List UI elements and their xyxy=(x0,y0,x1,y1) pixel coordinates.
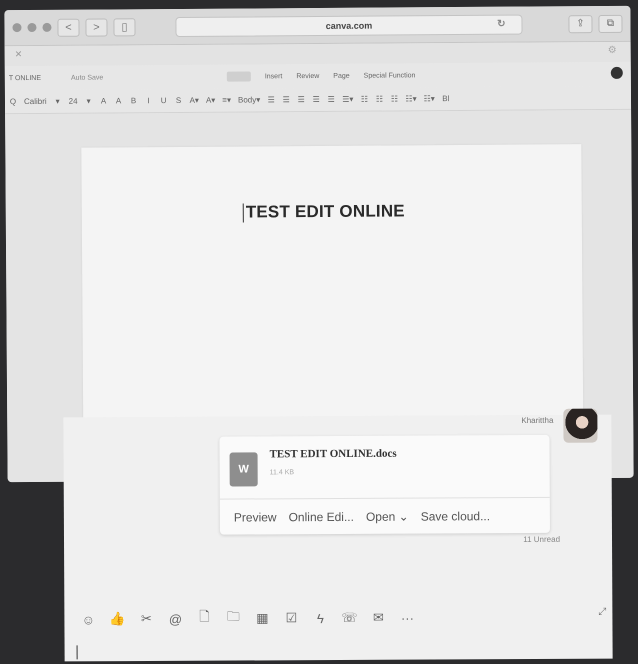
format-tool[interactable]: A▾ xyxy=(206,96,215,105)
unread-count[interactable]: 11 Unread xyxy=(523,535,560,544)
format-tool[interactable]: U xyxy=(160,96,168,105)
tab-close-icon[interactable]: ✕ xyxy=(15,49,23,60)
emoji-icon[interactable]: ☺ xyxy=(80,611,96,627)
format-tool[interactable]: ☷▾ xyxy=(405,94,416,103)
menu-item-special-function[interactable]: Special Function xyxy=(364,72,416,79)
file-icon[interactable]: 🗋 xyxy=(196,609,212,627)
document-heading[interactable]: TEST EDIT ONLINE xyxy=(246,201,405,222)
format-tool[interactable]: ☷ xyxy=(390,94,398,103)
scissors-icon[interactable]: ✂ xyxy=(138,611,154,627)
format-tool[interactable]: ▾ xyxy=(54,97,62,106)
forward-button[interactable]: > xyxy=(85,17,108,37)
format-tool[interactable]: S xyxy=(175,96,183,105)
expand-icon[interactable]: ⤢ xyxy=(598,607,606,618)
autosave-toggle[interactable]: Auto Save xyxy=(71,74,103,81)
format-tool[interactable]: 24 xyxy=(69,97,78,106)
chat-pane: Kharittha W TEST EDIT ONLINE.docs 11.4 K… xyxy=(63,408,613,662)
document-page[interactable]: TEST EDIT ONLINE xyxy=(81,144,584,428)
menu-item-insert[interactable]: Insert xyxy=(265,73,283,80)
menu-item-active[interactable] xyxy=(226,71,251,82)
format-tool[interactable]: Body▾ xyxy=(238,95,260,104)
sender-avatar[interactable] xyxy=(563,408,598,443)
format-tool[interactable]: ☰ xyxy=(282,95,290,104)
chat-toolbar: ☺ 👍 ✂ @ 🗋 🗀 ▦ ☑ ϟ ☏ ✉ ··· xyxy=(80,609,415,628)
editor-menubar: T ONLINE Auto Save Insert Review Page Sp… xyxy=(4,61,631,91)
format-tool[interactable]: ≡▾ xyxy=(222,96,231,105)
gear-icon[interactable]: ⚙ xyxy=(608,45,617,56)
more-icon[interactable]: ··· xyxy=(399,610,415,626)
menu-items: Insert Review Page Special Function xyxy=(226,70,416,82)
menu-item-page[interactable]: Page xyxy=(333,72,349,79)
folder-icon[interactable]: 🗀 xyxy=(225,609,241,627)
thumbs-up-icon[interactable]: 👍 xyxy=(109,611,125,627)
format-tool[interactable]: ☰ xyxy=(312,95,320,104)
reload-icon[interactable]: ↻ xyxy=(497,18,505,29)
word-file-icon: W xyxy=(229,452,258,487)
format-tool[interactable]: ▾ xyxy=(85,97,93,106)
file-name[interactable]: TEST EDIT ONLINE.docs xyxy=(270,448,397,461)
phone-icon[interactable]: ☏ xyxy=(341,610,357,626)
file-size: 11.4 KB xyxy=(269,469,295,477)
format-tool[interactable]: A xyxy=(115,96,123,105)
format-tool[interactable]: ☰ xyxy=(297,95,305,104)
format-tool[interactable]: I xyxy=(145,96,153,105)
format-tool[interactable]: Calibri xyxy=(24,97,47,106)
format-tool[interactable]: ☷ xyxy=(375,95,383,104)
format-tool[interactable]: ☷▾ xyxy=(424,94,435,103)
checklist-icon[interactable]: ☑ xyxy=(283,610,299,626)
menu-item-review[interactable]: Review xyxy=(296,72,319,79)
save-cloud-button[interactable]: Save cloud... xyxy=(421,509,490,523)
browser-window: < > ▯ canva.com ↻ ⇪ ⧉ ✕ ⚙ T ONLINE Auto … xyxy=(4,5,634,483)
format-tool[interactable]: Bl xyxy=(442,94,450,103)
calendar-icon[interactable]: ▦ xyxy=(254,610,270,626)
lightning-icon[interactable]: ϟ xyxy=(312,610,328,626)
url-text: canva.com xyxy=(325,20,373,31)
message-input[interactable] xyxy=(76,645,78,660)
format-tool[interactable]: B xyxy=(130,96,138,105)
back-button[interactable]: < xyxy=(57,18,80,37)
sidebar-toggle-icon[interactable]: ▯ xyxy=(113,17,136,36)
browser-titlebar: < > ▯ canva.com ↻ ⇪ ⧉ xyxy=(4,5,631,47)
format-tool[interactable]: ☷ xyxy=(360,95,368,104)
format-tool[interactable]: A xyxy=(100,96,108,105)
close-window-button[interactable] xyxy=(12,23,22,33)
preview-button[interactable]: Preview xyxy=(234,510,277,524)
format-tool[interactable]: ☰ xyxy=(267,95,275,104)
document-name[interactable]: T ONLINE xyxy=(9,74,41,81)
user-avatar[interactable] xyxy=(610,66,623,79)
share-icon[interactable]: ⇪ xyxy=(568,14,593,33)
file-actions: Preview Online Edi... Open ⌄ Save cloud.… xyxy=(219,496,550,535)
format-tool[interactable]: ☰▾ xyxy=(342,95,353,104)
format-tool[interactable]: A▾ xyxy=(190,96,199,105)
format-tool[interactable]: ☰ xyxy=(327,95,335,104)
maximize-window-button[interactable] xyxy=(42,22,52,32)
minimize-window-button[interactable] xyxy=(27,22,37,33)
tabs-overview-icon[interactable]: ⧉ xyxy=(598,14,623,33)
open-button[interactable]: Open ⌄ xyxy=(366,509,409,523)
online-edit-button[interactable]: Online Edi... xyxy=(289,509,354,523)
sender-name: Kharittha xyxy=(521,415,554,426)
file-message-card[interactable]: W TEST EDIT ONLINE.docs 11.4 KB Preview … xyxy=(219,434,550,535)
mention-icon[interactable]: @ xyxy=(167,611,183,627)
format-tool[interactable]: Q xyxy=(9,97,17,106)
mail-icon[interactable]: ✉ xyxy=(370,610,386,626)
address-bar[interactable]: canva.com ↻ xyxy=(175,14,523,37)
